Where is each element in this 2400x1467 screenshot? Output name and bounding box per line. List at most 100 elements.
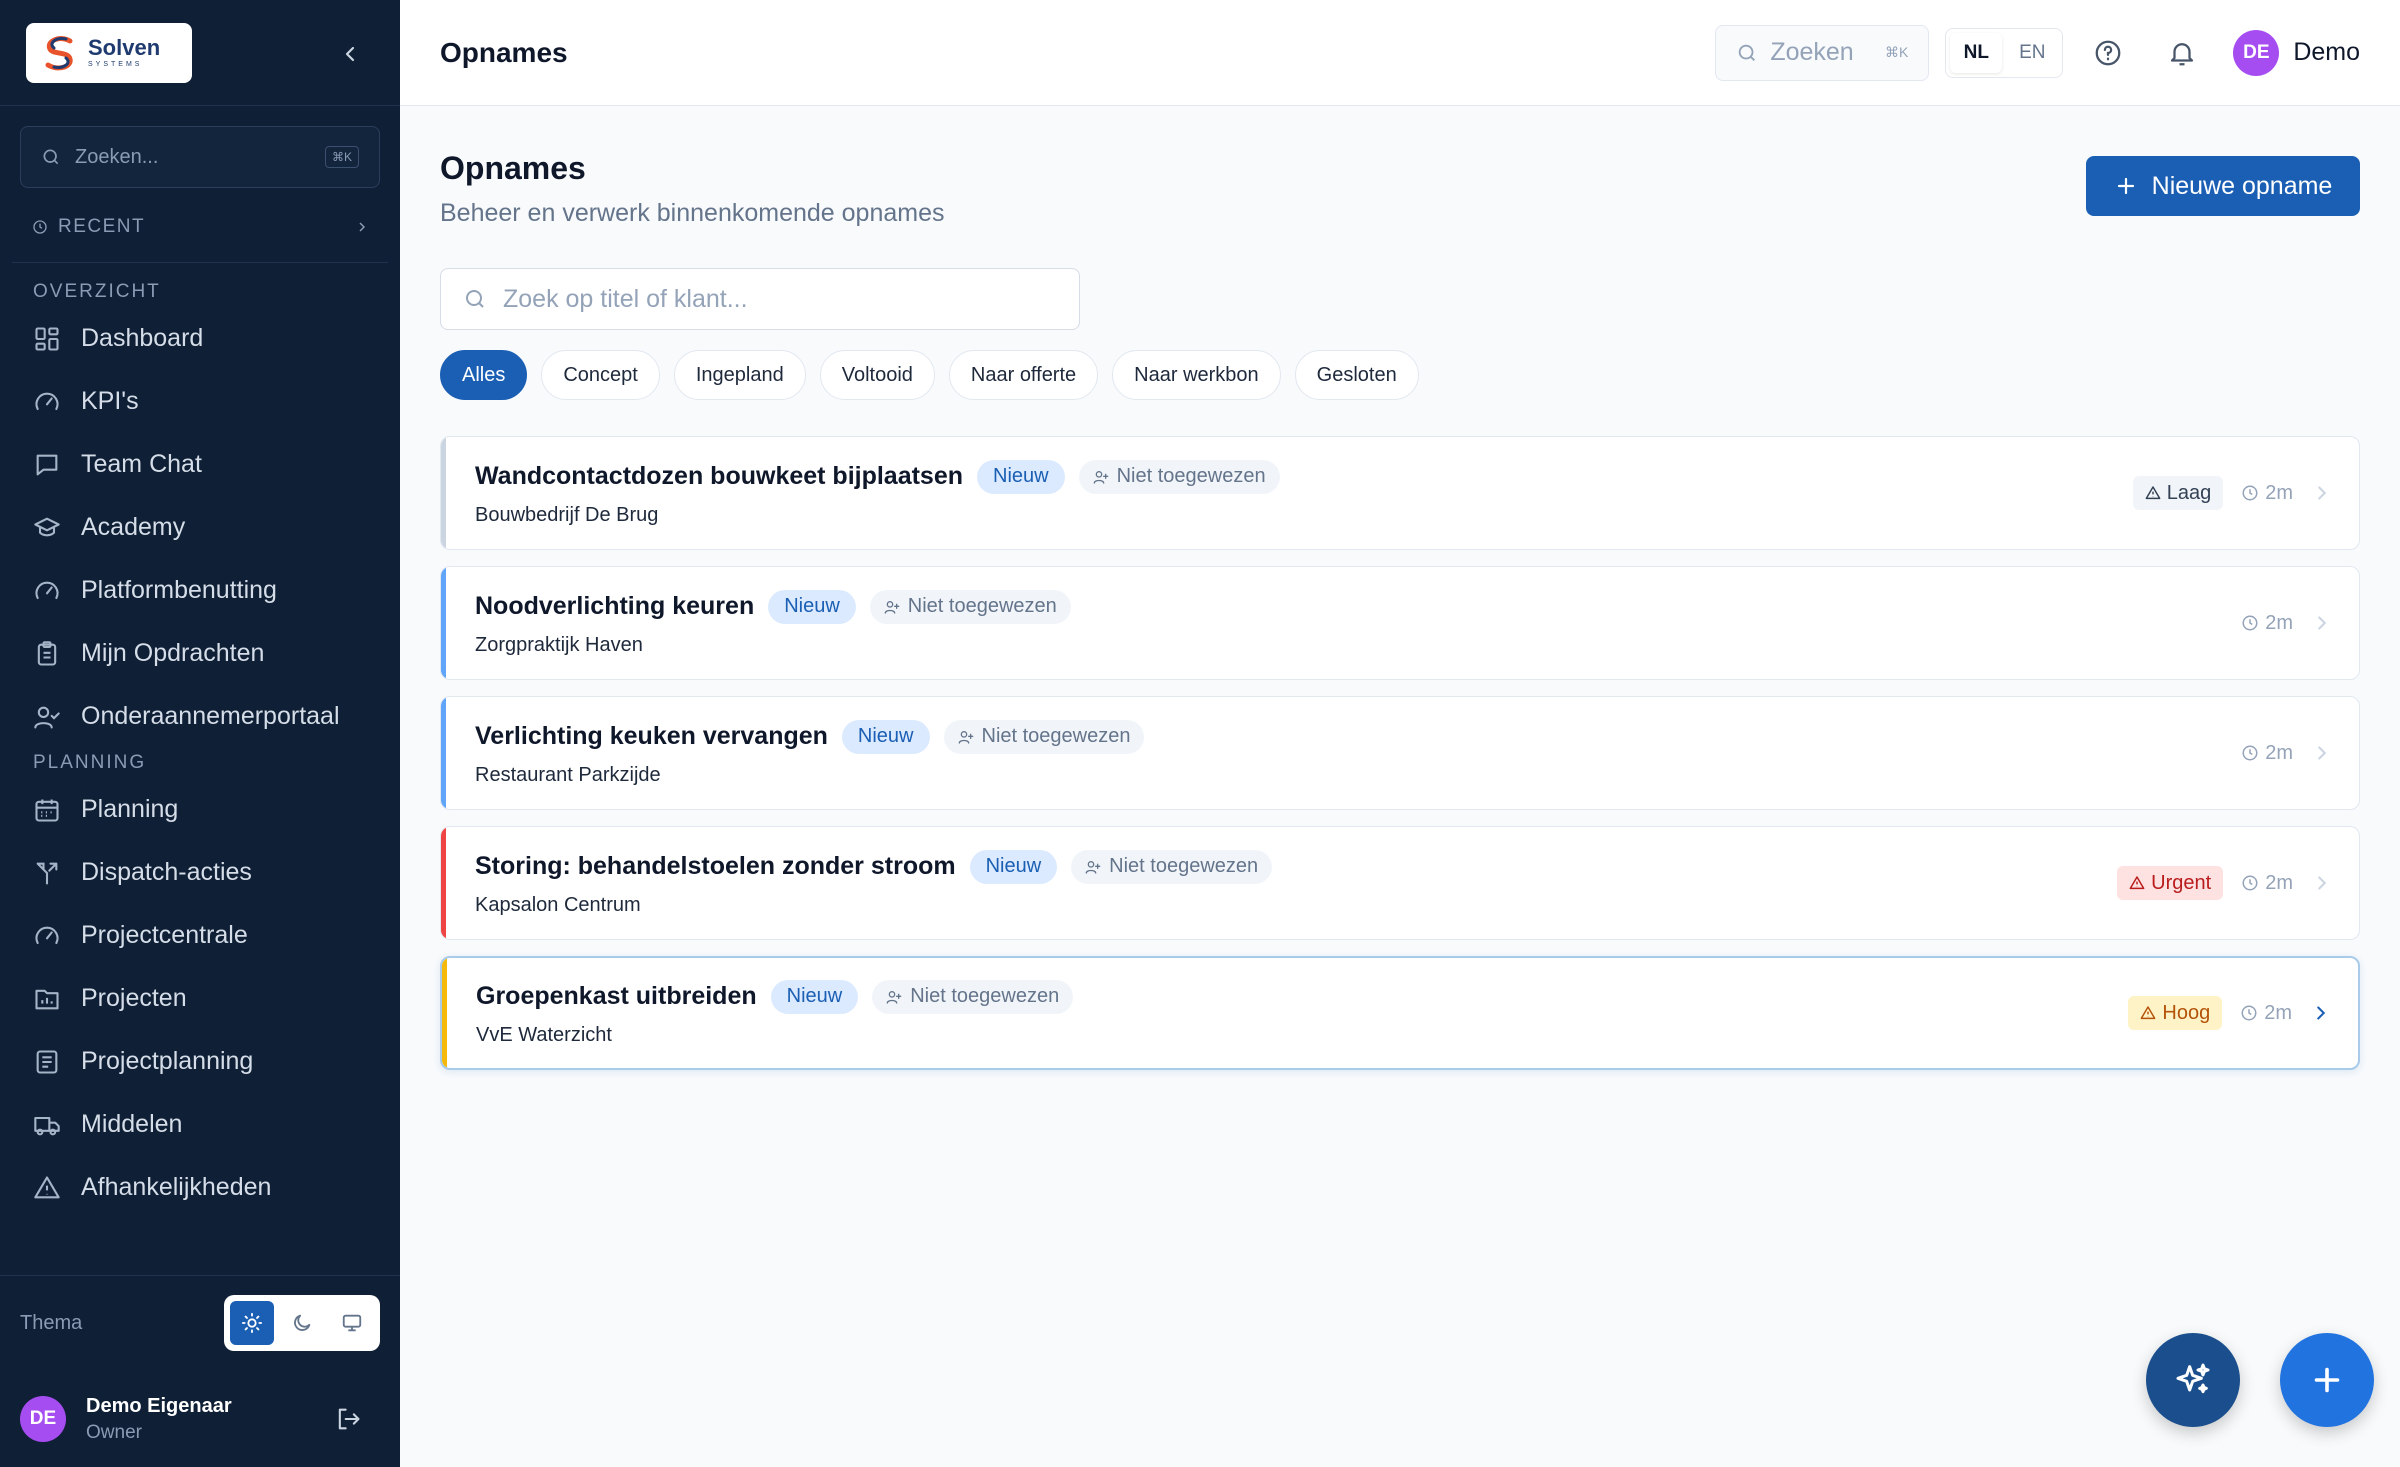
status-badge: Nieuw (977, 459, 1065, 494)
help-icon (2095, 40, 2121, 65)
recent-toggle[interactable]: RECENT (32, 212, 380, 242)
help-button[interactable] (2079, 24, 2137, 82)
clock-icon (2242, 745, 2258, 761)
chevron-right-icon (359, 222, 366, 232)
filter-ingepland[interactable]: Ingepland (673, 350, 806, 400)
age-label: 2m (2265, 741, 2293, 764)
notifications-button[interactable] (2153, 24, 2211, 82)
sidebar-user[interactable]: DE Demo Eigenaar Owner (0, 1370, 400, 1467)
lang-en-button[interactable]: EN (2006, 33, 2058, 73)
clipboard-icon (37, 640, 57, 666)
client-name: Kapsalon Centrum (475, 893, 641, 916)
user-name: Demo (2293, 38, 2360, 66)
nav-item-middelen[interactable]: Middelen (0, 1093, 400, 1156)
filter-gesloten[interactable]: Gesloten (1294, 350, 1419, 400)
global-search-input[interactable]: Zoeken ⌘K (1715, 24, 1930, 81)
opname-title: Wandcontactdozen bouwkeet bijplaatsen (475, 462, 964, 490)
status-badge: Nieuw (770, 979, 859, 1014)
topbar: Opnames Zoeken ⌘K NL EN DE Demo (400, 0, 2400, 106)
theme-system-button[interactable] (330, 1301, 374, 1345)
sidebar-search-shortcut: ⌘K (324, 146, 359, 168)
filter-alles[interactable]: Alles (440, 350, 528, 400)
brand-logo[interactable]: Solven SYSTEMS (26, 22, 192, 83)
age: 2m (2240, 1002, 2292, 1025)
section-label: OVERZICHT (33, 281, 161, 302)
heading: Opnames (440, 150, 586, 186)
opname-title: Verlichting keuken vervangen (475, 722, 828, 750)
list-search-input[interactable]: Zoek op titel of klant... (440, 268, 1080, 330)
filter-concept[interactable]: Concept (541, 350, 660, 400)
opname-card[interactable]: Groepenkast uitbreiden Nieuw Niet toegew… (440, 956, 2360, 1070)
ai-assistant-button[interactable] (2146, 1333, 2240, 1427)
nav-label: Dashboard (81, 324, 204, 352)
search-icon (43, 149, 59, 165)
theme-light-button[interactable] (230, 1301, 274, 1345)
nav-label: Dispatch-acties (81, 858, 252, 886)
gauge-icon (35, 392, 59, 410)
search-icon (466, 290, 484, 308)
user-menu[interactable]: DE Demo (2233, 29, 2360, 76)
user-plus-icon (958, 730, 973, 744)
nav-item-academy[interactable]: Academy (0, 496, 400, 559)
nav-label: Planning (81, 795, 179, 823)
main-content: Opnames Beheer en verwerk binnenkomende … (440, 106, 2360, 1070)
nav-item-dispatch-acties[interactable]: Dispatch-acties (0, 841, 400, 904)
opnames-list: Wandcontactdozen bouwkeet bijplaatsen Ni… (440, 436, 2360, 1070)
warning-icon (2129, 876, 2145, 890)
priority-label: Urgent (2151, 871, 2212, 894)
nav-label: Team Chat (81, 450, 202, 478)
chevron-left-icon[interactable] (338, 42, 362, 66)
status-badge: Nieuw (841, 719, 930, 754)
nav-item-dashboard[interactable]: Dashboard (0, 307, 400, 370)
client-name: Restaurant Parkzijde (475, 763, 661, 786)
sidebar-search-input[interactable]: Zoeken... ⌘K (20, 126, 380, 188)
user-plus-icon (886, 990, 902, 1004)
truck-icon (34, 1116, 60, 1135)
nav-item-onderaannemerportaal[interactable]: Onderaannemerportaal (0, 685, 400, 748)
age-label: 2m (2264, 1001, 2292, 1024)
new-opname-button[interactable]: Nieuwe opname (2086, 156, 2360, 216)
clock-icon (2242, 615, 2258, 631)
section-label: PLANNING (33, 752, 147, 773)
logo-row: Solven SYSTEMS (0, 0, 400, 106)
opname-card[interactable]: Noodverlichting keuren Nieuw Niet toegew… (440, 566, 2360, 680)
opname-card[interactable]: Storing: behandelstoelen zonder stroom N… (440, 826, 2360, 940)
nav-item-projectplanning[interactable]: Projectplanning (0, 1030, 400, 1093)
nav-section-planning: PLANNING Planning Dispatch-acties Projec… (0, 748, 400, 1219)
user-role: Owner (86, 1421, 142, 1443)
subheading: Beheer en verwerk binnenkomende opnames (440, 199, 945, 227)
nav-item-team-chat[interactable]: Team Chat (0, 433, 400, 496)
language-switch: NL EN (1945, 27, 2064, 78)
sidebar-footer: Thema DE Demo Eigenaar Owner (0, 1275, 400, 1467)
list-doc-icon (36, 1049, 58, 1074)
assignee-badge: Niet toegewezen (872, 979, 1074, 1014)
opname-card[interactable]: Verlichting keuken vervangen Nieuw Niet … (440, 696, 2360, 810)
filter-naar-werkbon[interactable]: Naar werkbon (1112, 350, 1281, 400)
priority-accent (441, 827, 446, 939)
quick-add-button[interactable] (2280, 1333, 2374, 1427)
filter-naar-offerte[interactable]: Naar offerte (948, 350, 1099, 400)
opname-card[interactable]: Wandcontactdozen bouwkeet bijplaatsen Ni… (440, 436, 2360, 550)
nav-item-mijn-opdrachten[interactable]: Mijn Opdrachten (0, 622, 400, 685)
nav-item-planning[interactable]: Planning (0, 778, 400, 841)
nav-item-platformbenutting[interactable]: Platformbenutting (0, 559, 400, 622)
status-badge: Nieuw (768, 589, 856, 624)
theme-dark-button[interactable] (280, 1301, 324, 1345)
filter-voltooid[interactable]: Voltooid (819, 350, 935, 400)
monitor-icon (342, 1314, 362, 1332)
nav-item-projectcentrale[interactable]: Projectcentrale (0, 904, 400, 967)
nav-item-projecten[interactable]: Projecten (0, 967, 400, 1030)
logout-icon[interactable] (334, 1405, 362, 1433)
chevron-right-icon (2318, 746, 2327, 760)
age: 2m (2241, 482, 2293, 505)
nav-item-afhankelijkheden[interactable]: Afhankelijkheden (0, 1156, 400, 1219)
nav-item-kpis[interactable]: KPI's (0, 370, 400, 433)
nav-label: Mijn Opdrachten (81, 639, 265, 667)
assignee-badge: Niet toegewezen (1078, 459, 1280, 494)
chevron-right-icon (2318, 616, 2327, 630)
lang-nl-button[interactable]: NL (1950, 32, 2003, 73)
opname-title: Groepenkast uitbreiden (476, 982, 757, 1010)
sun-icon (241, 1312, 263, 1334)
clock-icon (2242, 875, 2258, 891)
assignee-badge: Niet toegewezen (943, 719, 1145, 754)
